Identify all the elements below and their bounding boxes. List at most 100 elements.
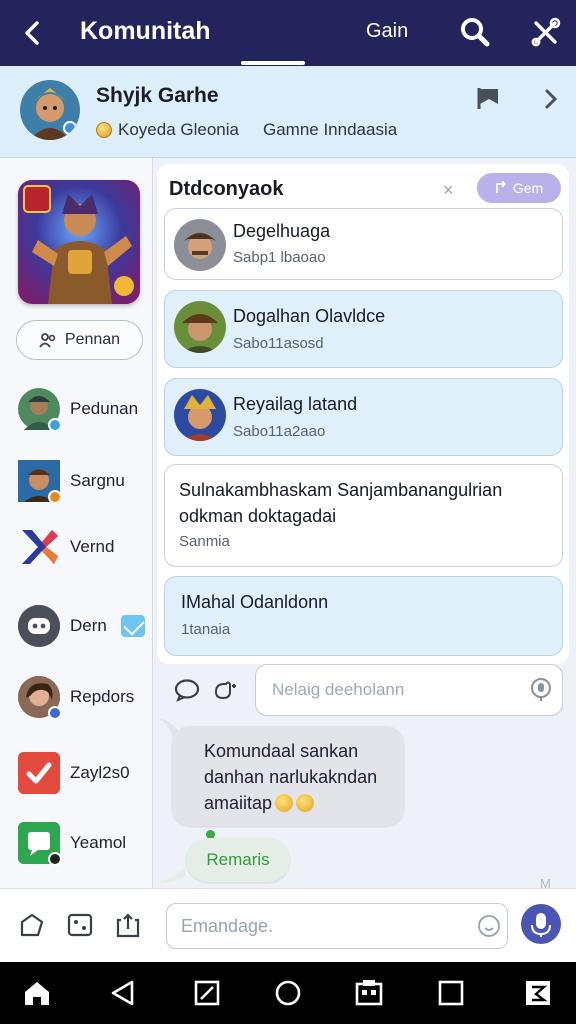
sidebar-item-repdors[interactable]: Repdors [18, 674, 148, 720]
page-title: Komunitah [80, 17, 211, 45]
item-text-line2: odkman doktagadai [179, 506, 337, 526]
sidebar-item-vernd[interactable]: Vernd [18, 524, 148, 570]
avatar [18, 460, 62, 504]
follow-button[interactable]: Pennan [16, 320, 143, 360]
system-nav-bar [0, 962, 576, 1024]
mail-icon [120, 615, 145, 637]
message-input[interactable]: Emandage. [166, 903, 508, 949]
reply-placeholder: Nelaig deeholann [272, 680, 405, 699]
comment-icon[interactable] [174, 678, 200, 702]
game-name: Shyjk Garhe [96, 84, 219, 107]
emoji-picker-icon[interactable] [477, 914, 501, 938]
avatar [18, 676, 62, 720]
chip-label: Gem [512, 180, 544, 196]
panel-title: Dtdconyaok [169, 178, 284, 200]
coin-icon [96, 122, 112, 138]
sidebar-item-label: Vernd [70, 537, 115, 556]
item-subtitle: Sabp1 lbaoao [233, 249, 326, 266]
list-item[interactable]: IMahal Odanldonn 1tanaia [164, 576, 563, 656]
item-title: Degelhuaga [233, 221, 331, 241]
home-icon[interactable] [22, 978, 52, 1008]
reply-input[interactable]: Nelaig deeholann [255, 664, 563, 716]
bubble-line3: amaiitap [204, 793, 273, 813]
item-subtitle: 1tanaia [181, 621, 231, 638]
tab-gain[interactable]: Gain [366, 20, 408, 43]
bubble-line2: danhan narlukakndan [204, 767, 378, 787]
edit-square-icon[interactable] [192, 978, 222, 1008]
share-upload-icon[interactable] [114, 911, 142, 939]
composer-bar: Emandage. [0, 888, 576, 962]
sidebar-item-label: Repdors [70, 687, 135, 706]
game-header[interactable]: Shyjk Garhe Koyeda Gleonia Gamne Inndaas… [0, 66, 576, 158]
chat-bubble[interactable]: Komundaal sankan danhan narlukakndan ama… [172, 726, 404, 826]
x-logo-icon [18, 526, 60, 568]
list-item[interactable]: Degelhuaga Sabp1 lbaoao [164, 208, 563, 280]
avatar [18, 388, 62, 432]
item-subtitle: Sanmia [179, 533, 230, 550]
message-placeholder: Emandage. [181, 916, 274, 936]
emoji-icon [296, 794, 315, 812]
sidebar-item-label: Sargnu [70, 471, 125, 490]
bubble-line3-row: amaiitap [204, 790, 377, 816]
item-text-line1: Sulnakambhaskam Sanjambanangulrian [179, 480, 503, 500]
bubble-text: Komundaal sankan danhan narlukakndan ama… [204, 738, 377, 816]
reaction-icon[interactable] [212, 678, 238, 702]
list-item[interactable]: Dogalhan Olavldce Sabo11asosd [164, 290, 563, 368]
sidebar-item-sargnu[interactable]: Sargnu [18, 458, 148, 504]
home-outline-icon[interactable] [18, 911, 46, 939]
game-region: Gamne Inndaasia [262, 120, 398, 139]
screenshot-icon[interactable] [523, 978, 553, 1008]
remaris-button[interactable]: Remaris [186, 838, 290, 882]
game-cover-image[interactable] [18, 180, 140, 304]
item-text: Sulnakambhaskam Sanjambanangulrian odkma… [179, 477, 502, 529]
location-pin-icon[interactable] [528, 677, 554, 703]
sidebar-item-label: Dern [70, 616, 107, 635]
microphone-icon [531, 913, 551, 937]
sidebar-item-label: Pedunan [70, 399, 139, 418]
check-app-icon [18, 752, 60, 794]
people-icon [39, 333, 56, 348]
avatar [174, 219, 226, 271]
item-subtitle: Sabo11a2aao [233, 423, 326, 440]
home-circle-icon[interactable] [273, 978, 303, 1008]
bubble-line1: Komundaal sankan [204, 741, 359, 761]
recents-square-icon[interactable] [436, 978, 466, 1008]
sidebar-item-label: Yeamol [70, 833, 127, 852]
avatar [174, 389, 226, 441]
image-icon[interactable] [66, 911, 94, 939]
back-triangle-icon[interactable] [108, 978, 138, 1008]
game-meta: Koyeda Gleonia Gamne Inndaasia [96, 120, 397, 140]
chat-app-icon [18, 822, 62, 866]
item-subtitle: Sabo11asosd [233, 335, 324, 352]
sidebar-item-label: Zayl2s0 [70, 763, 130, 782]
sidebar-item-yeamol[interactable]: Yeamol [18, 820, 148, 866]
share-icon [496, 181, 506, 193]
bubble-tail [156, 866, 186, 883]
item-title: Reyailag latand [233, 394, 358, 414]
sidebar-item-pedunan[interactable]: Pedunan [18, 386, 148, 432]
search-icon[interactable] [458, 14, 492, 50]
close-icon[interactable]: × [443, 180, 454, 201]
game-publisher: Koyeda Gleonia [118, 120, 239, 139]
gem-chip-button[interactable]: Gem [477, 173, 561, 203]
item-title: Dogalhan Olavldce [233, 306, 386, 326]
list-item[interactable]: Sulnakambhaskam Sanjambanangulrian odkma… [164, 464, 563, 567]
emoji-icon [275, 794, 294, 812]
discord-icon [18, 605, 60, 647]
follow-label: Pennan [64, 331, 121, 348]
top-app-bar: Komunitah Gain [0, 0, 576, 66]
item-title: IMahal Odanldonn [181, 592, 329, 612]
active-tab-indicator [241, 61, 305, 65]
sidebar: Pennan Pedunan Sargnu Vernd Dern Repdors… [0, 158, 153, 888]
voice-input-button[interactable] [521, 904, 561, 944]
game-avatar[interactable] [20, 80, 80, 140]
chevron-right-icon[interactable] [540, 86, 562, 112]
flag-icon[interactable] [476, 86, 500, 110]
apps-icon[interactable] [354, 978, 384, 1008]
sidebar-item-zayl2s0[interactable]: Zayl2s0 [18, 750, 148, 796]
avatar [174, 301, 226, 353]
back-arrow-icon[interactable] [16, 16, 50, 50]
list-item[interactable]: Reyailag latand Sabo11a2aao [164, 378, 563, 456]
sidebar-item-dern[interactable]: Dern [18, 603, 148, 649]
tools-icon[interactable] [528, 14, 564, 50]
